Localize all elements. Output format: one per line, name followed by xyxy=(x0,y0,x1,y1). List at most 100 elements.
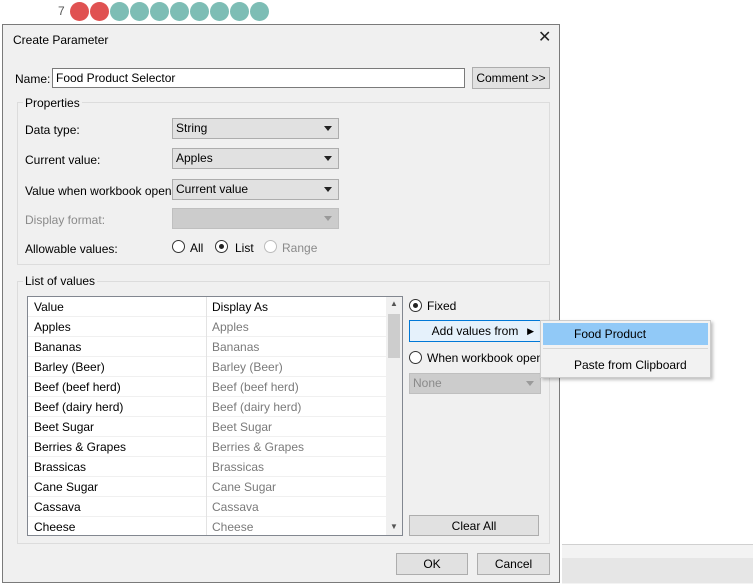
display-as-cell: Berries & Grapes xyxy=(212,440,305,454)
value-cell: Berries & Grapes xyxy=(34,440,127,454)
add-values-from-label: Add values from xyxy=(431,324,519,338)
mark-dot xyxy=(90,2,109,21)
menu-item-food-product[interactable]: Food Product xyxy=(543,323,708,345)
mark-dot xyxy=(250,2,269,21)
display-as-cell: Brassicas xyxy=(212,460,265,474)
menu-item-food-product-label: Food Product xyxy=(574,327,647,341)
radio-all-label: All xyxy=(190,241,204,255)
current-value-value: Apples xyxy=(176,151,213,165)
chevron-down-icon xyxy=(324,187,332,192)
radio-when-workbook-opens-label: When workbook opens xyxy=(427,351,550,365)
list-item[interactable]: Barley (Beer) Barley (Beer) xyxy=(28,357,386,377)
properties-title: Properties xyxy=(23,96,82,110)
list-item[interactable]: Cheese Cheese xyxy=(28,517,386,535)
value-cell: Brassicas xyxy=(34,460,87,474)
values-list[interactable]: Value Display As Apples Apples Bananas Bana… xyxy=(27,296,403,536)
create-parameter-dialog: Create Parameter ✕ Name: Food Product Se… xyxy=(2,24,560,583)
radio-fixed-label: Fixed xyxy=(427,299,457,313)
value-cell: Cheese xyxy=(34,520,76,534)
scroll-thumb[interactable] xyxy=(388,314,400,358)
value-cell: Beet Sugar xyxy=(34,420,95,434)
list-item[interactable]: Beef (dairy herd) Beef (dairy herd) xyxy=(28,397,386,417)
current-value-label: Current value: xyxy=(25,153,101,167)
data-type-value: String xyxy=(176,121,208,135)
workbook-opens-value: Current value xyxy=(176,182,249,196)
current-value-select[interactable]: Apples xyxy=(172,148,339,169)
ok-button[interactable]: OK xyxy=(396,553,468,575)
workbook-opens-select[interactable]: Current value xyxy=(172,179,339,200)
display-as-cell: Beef (beef herd) xyxy=(212,380,299,394)
display-as-cell: Barley (Beer) xyxy=(212,360,283,374)
list-item[interactable]: Brassicas Brassicas xyxy=(28,457,386,477)
menu-separator xyxy=(543,348,708,349)
display-as-cell: Bananas xyxy=(212,340,260,354)
mark-dot xyxy=(150,2,169,21)
workbook-source-value: None xyxy=(413,376,442,390)
workbook-opens-label: Value when workbook opens: xyxy=(25,184,181,198)
mark-dot xyxy=(190,2,209,21)
chevron-right-icon: ▶ xyxy=(527,326,534,336)
mark-dot xyxy=(110,2,129,21)
radio-fixed[interactable] xyxy=(409,299,422,312)
allowable-values-label: Allowable values: xyxy=(25,242,118,256)
value-cell: Beef (beef herd) xyxy=(34,380,121,394)
column-header-display-as: Display As xyxy=(212,300,269,314)
radio-range xyxy=(264,240,277,253)
cancel-button[interactable]: Cancel xyxy=(477,553,550,575)
display-as-cell: Cassava xyxy=(212,500,259,514)
name-label: Name: xyxy=(15,72,51,86)
list-header: Value Display As xyxy=(28,297,386,317)
chevron-down-icon xyxy=(324,156,332,161)
scroll-up-icon[interactable]: ▲ xyxy=(390,299,398,308)
display-format-label: Display format: xyxy=(25,213,106,227)
dialog-title: Create Parameter xyxy=(13,33,109,47)
radio-list[interactable] xyxy=(215,240,228,253)
radio-range-label: Range xyxy=(282,241,318,255)
menu-item-paste-label: Paste from Clipboard xyxy=(574,358,687,372)
list-item[interactable]: Cane Sugar Cane Sugar xyxy=(28,477,386,497)
list-of-values-title: List of values xyxy=(23,274,98,288)
data-type-select[interactable]: String xyxy=(172,118,339,139)
value-cell: Cane Sugar xyxy=(34,480,99,494)
sheet-tab-bar xyxy=(562,558,753,583)
row-number-label: 7 xyxy=(58,4,65,18)
add-values-from-button[interactable]: Add values from ▶ xyxy=(409,320,541,342)
value-cell: Apples xyxy=(34,320,71,334)
column-divider xyxy=(206,297,207,535)
list-item[interactable]: Beef (beef herd) Beef (beef herd) xyxy=(28,377,386,397)
value-cell: Barley (Beer) xyxy=(34,360,105,374)
list-item[interactable]: Apples Apples xyxy=(28,317,386,337)
radio-all[interactable] xyxy=(172,240,185,253)
list-item[interactable]: Berries & Grapes Berries & Grapes xyxy=(28,437,386,457)
vertical-scrollbar[interactable]: ▲ ▼ xyxy=(386,297,402,535)
chevron-down-icon xyxy=(324,216,332,221)
name-field[interactable]: Food Product Selector xyxy=(52,68,465,88)
display-as-cell: Cane Sugar xyxy=(212,480,277,494)
display-as-cell: Apples xyxy=(212,320,249,334)
mark-dot xyxy=(130,2,149,21)
display-as-cell: Beef (dairy herd) xyxy=(212,400,302,414)
display-as-cell: Cheese xyxy=(212,520,254,534)
radio-list-label: List xyxy=(235,241,254,255)
display-as-cell: Beet Sugar xyxy=(212,420,273,434)
chevron-down-icon xyxy=(526,381,534,386)
value-cell: Beef (dairy herd) xyxy=(34,400,124,414)
mark-dot xyxy=(70,2,89,21)
chevron-down-icon xyxy=(324,126,332,131)
mark-dot xyxy=(210,2,229,21)
display-format-select xyxy=(172,208,339,229)
list-item[interactable]: Cassava Cassava xyxy=(28,497,386,517)
scroll-down-icon[interactable]: ▼ xyxy=(390,522,398,531)
column-header-value: Value xyxy=(34,300,64,314)
value-cell: Bananas xyxy=(34,340,82,354)
data-type-label: Data type: xyxy=(25,123,80,137)
close-icon[interactable]: ✕ xyxy=(538,30,551,46)
list-item[interactable]: Bananas Bananas xyxy=(28,337,386,357)
clear-all-button[interactable]: Clear All xyxy=(409,515,539,536)
menu-item-paste-from-clipboard[interactable]: Paste from Clipboard xyxy=(543,354,708,376)
radio-when-workbook-opens[interactable] xyxy=(409,351,422,364)
mark-dot xyxy=(230,2,249,21)
list-item[interactable]: Beet Sugar Beet Sugar xyxy=(28,417,386,437)
comment-button[interactable]: Comment >> xyxy=(472,67,550,89)
mark-dot xyxy=(170,2,189,21)
